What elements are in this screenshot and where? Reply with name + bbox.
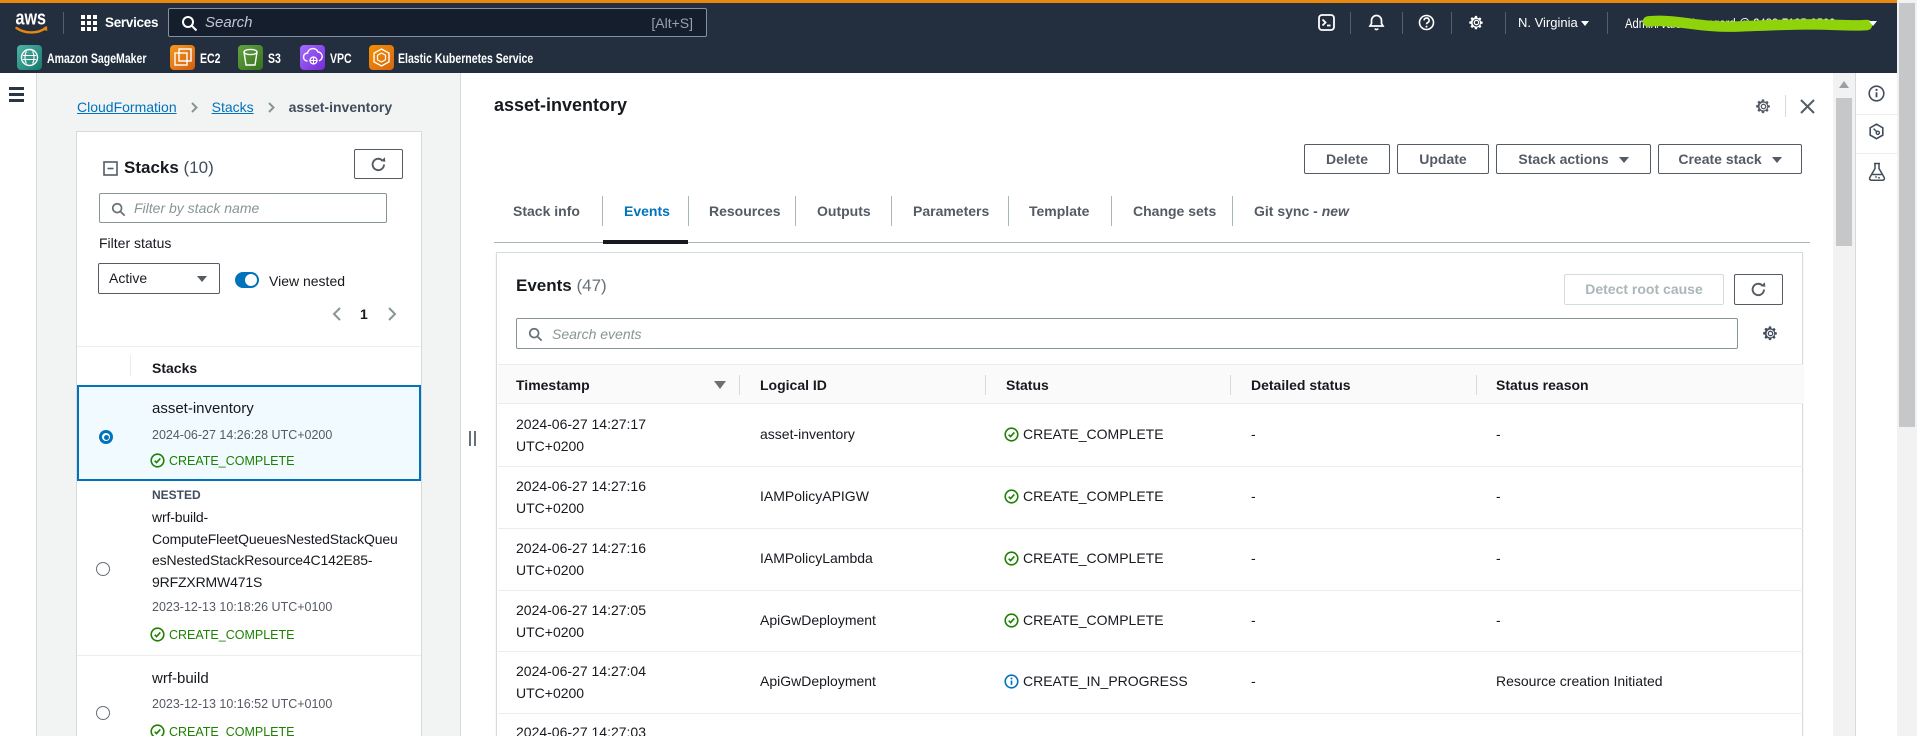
svg-text:aws: aws xyxy=(16,9,47,30)
